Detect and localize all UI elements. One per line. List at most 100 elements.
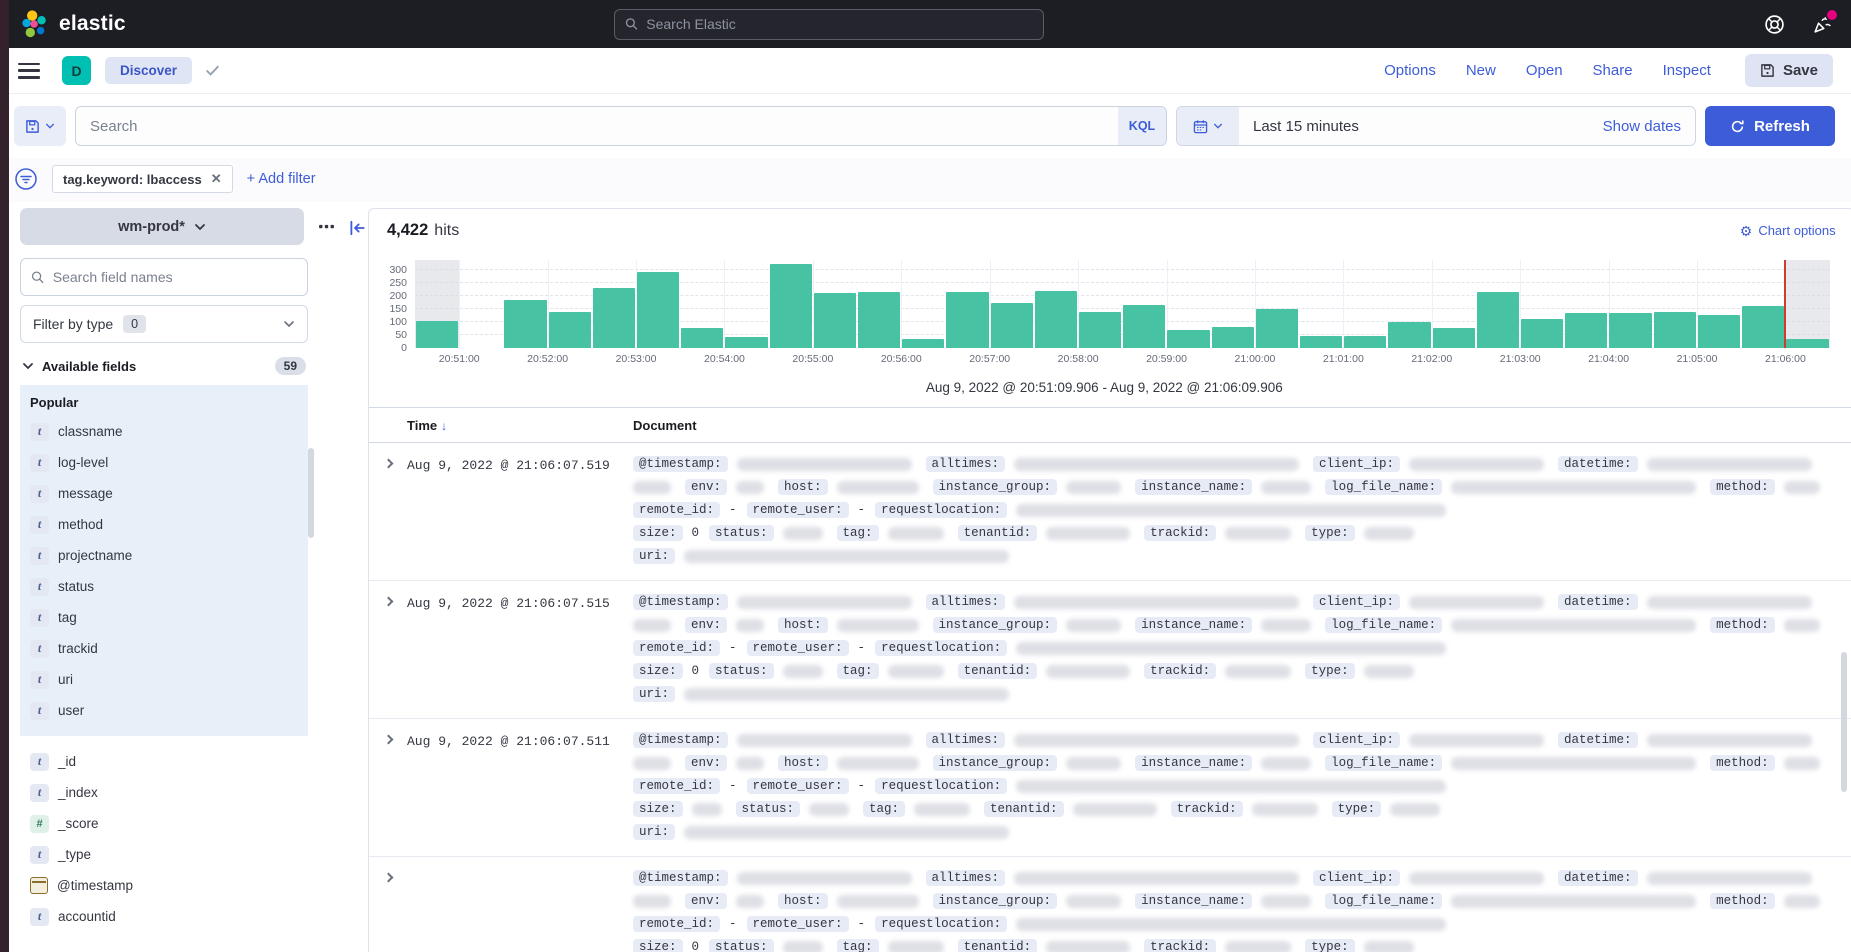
help-icon[interactable]: [1763, 13, 1785, 35]
field-item-message[interactable]: tmessage: [28, 478, 302, 509]
field-item-_index[interactable]: t_index: [28, 777, 302, 808]
redacted-value: [1261, 757, 1311, 770]
redacted-value: [837, 895, 919, 908]
available-fields-accordion[interactable]: Available fields 59: [20, 357, 308, 375]
field-item-@timestamp[interactable]: @timestamp: [28, 870, 302, 901]
filter-pill-tag-keyword[interactable]: tag.keyword: lbaccess ✕: [52, 165, 233, 193]
histogram-bucket: [636, 260, 680, 348]
redacted-value: [1225, 941, 1291, 952]
field-settings-grid-icon[interactable]: [318, 219, 335, 236]
field-item-uri[interactable]: turi: [28, 664, 302, 695]
doc-line: uri:: [633, 548, 1834, 564]
menu-icon[interactable]: [18, 63, 40, 79]
expand-row-button[interactable]: [369, 870, 407, 952]
doc-field-chip: remote_id:: [633, 640, 720, 656]
sort-desc-icon[interactable]: ↓: [441, 419, 447, 433]
nav-link-open[interactable]: Open: [1526, 62, 1563, 79]
field-item-log-level[interactable]: tlog-level: [28, 447, 302, 478]
histogram-plot[interactable]: [415, 260, 1830, 348]
query-input[interactable]: [76, 118, 1118, 135]
field-item-tag[interactable]: ttag: [28, 602, 302, 633]
collapse-sidebar-icon[interactable]: [348, 219, 366, 237]
saved-query-menu-button[interactable]: [14, 106, 66, 146]
string-type-icon: t: [30, 908, 49, 926]
refresh-button[interactable]: Refresh: [1705, 106, 1835, 146]
nav-link-options[interactable]: Options: [1384, 62, 1436, 79]
expand-row-button[interactable]: [369, 732, 407, 847]
doc-field-chip: tag:: [863, 801, 905, 817]
field-item-_id[interactable]: t_id: [28, 746, 302, 777]
main-scrollbar[interactable]: [1841, 652, 1847, 792]
doc-line: env:host:instance_group:instance_name:lo…: [633, 755, 1834, 771]
sidebar-scrollbar[interactable]: [308, 448, 314, 538]
time-range-value[interactable]: Last 15 minutes: [1253, 118, 1359, 135]
string-type-icon: t: [30, 609, 49, 627]
filter-pill-label: tag.keyword: lbaccess: [63, 172, 202, 187]
calendar-icon: [1193, 119, 1208, 134]
time-column-header[interactable]: Time↓: [407, 418, 633, 433]
doc-line: @timestamp:alltimes:client_ip:datetime:: [633, 456, 1834, 472]
nav-link-inspect[interactable]: Inspect: [1663, 62, 1711, 79]
discover-results-panel: 4,422 hits ⚙ Chart options 3002502001501…: [368, 208, 1851, 952]
global-search[interactable]: [614, 9, 1044, 40]
field-item-accountid[interactable]: taccountid: [28, 901, 302, 932]
histogram-bar: [637, 272, 679, 348]
filter-by-type-dropdown[interactable]: Filter by type 0: [20, 305, 308, 343]
redacted-value: [1784, 619, 1820, 632]
main-content: wm-prod* Filter by type 0 Available fiel…: [0, 202, 1851, 952]
date-picker-menu-button[interactable]: [1177, 107, 1239, 145]
nav-link-share[interactable]: Share: [1593, 62, 1633, 79]
histogram-bucket: [1299, 260, 1343, 348]
histogram-bucket: [857, 260, 901, 348]
number-type-icon: #: [30, 815, 49, 833]
newsfeed-icon[interactable]: [1811, 13, 1833, 35]
date-type-icon: [30, 877, 48, 894]
histogram-bar: [416, 321, 458, 348]
histogram-bar: [858, 292, 900, 348]
redacted-value: [633, 895, 671, 908]
redacted-value: [1390, 803, 1440, 816]
field-name: _index: [58, 785, 98, 800]
field-item-trackid[interactable]: ttrackid: [28, 633, 302, 664]
sidebar-gutter: [308, 208, 368, 237]
histogram-bar: [1300, 336, 1342, 348]
notification-badge: [1827, 10, 1837, 20]
doc-field-chip: uri:: [633, 824, 675, 840]
field-item-_score[interactable]: #_score: [28, 808, 302, 839]
redacted-value: [684, 550, 1009, 563]
doc-field-chip: method:: [1710, 893, 1775, 909]
document-column-header: Document: [633, 418, 697, 433]
brand-name: elastic: [59, 12, 126, 36]
nav-link-new[interactable]: New: [1466, 62, 1496, 79]
data-view-picker[interactable]: wm-prod*: [20, 208, 304, 245]
query-bar: KQL Last 15 minutes Show dates Refresh: [0, 94, 1851, 158]
remove-filter-icon[interactable]: ✕: [211, 171, 222, 187]
field-item-method[interactable]: tmethod: [28, 509, 302, 540]
show-dates-link[interactable]: Show dates: [1603, 118, 1681, 135]
elastic-logo[interactable]: elastic: [20, 9, 126, 39]
global-search-input[interactable]: [646, 16, 1033, 32]
redacted-value: [1261, 619, 1311, 632]
doc-line: @timestamp:alltimes:client_ip:datetime:: [633, 732, 1834, 748]
field-item-classname[interactable]: tclassname: [28, 416, 302, 447]
doc-field-chip: remote_user:: [747, 640, 849, 656]
field-item-_type[interactable]: t_type: [28, 839, 302, 870]
expand-row-button[interactable]: [369, 594, 407, 709]
field-name: _type: [58, 847, 91, 862]
histogram-bar: [1433, 328, 1475, 348]
field-item-status[interactable]: tstatus: [28, 571, 302, 602]
save-button[interactable]: Save: [1745, 54, 1833, 87]
field-item-user[interactable]: tuser: [28, 695, 302, 726]
save-icon: [1760, 63, 1775, 78]
expand-row-button[interactable]: [369, 456, 407, 571]
query-language-button[interactable]: KQL: [1118, 107, 1166, 145]
field-search[interactable]: [20, 258, 308, 296]
add-filter-link[interactable]: + Add filter: [247, 171, 316, 187]
filter-icon[interactable]: [14, 167, 38, 191]
breadcrumb-discover[interactable]: Discover: [105, 57, 192, 84]
redacted-value: [837, 481, 919, 494]
chart-options-button[interactable]: ⚙ Chart options: [1740, 223, 1836, 238]
histogram-bucket: [680, 260, 724, 348]
field-item-projectname[interactable]: tprojectname: [28, 540, 302, 571]
field-search-input[interactable]: [53, 269, 297, 285]
